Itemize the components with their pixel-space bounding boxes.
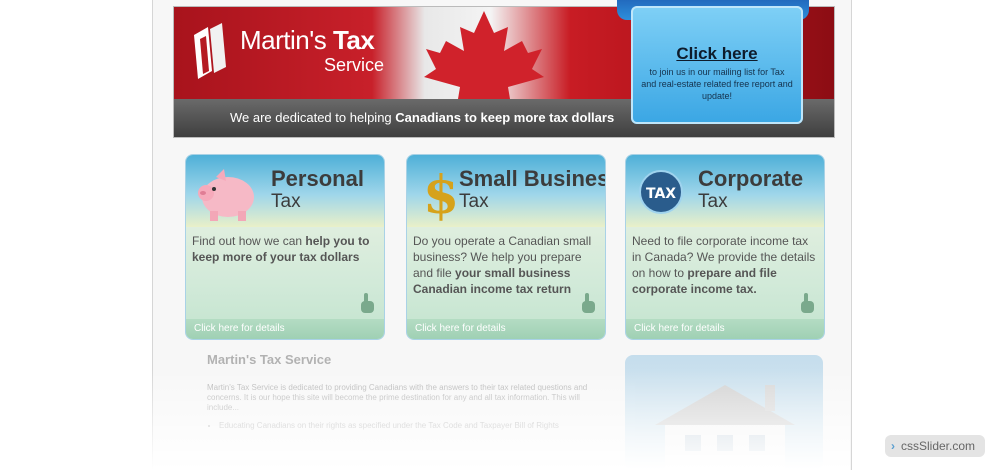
- house-image: [625, 355, 823, 470]
- card-title: Corporate: [698, 166, 804, 191]
- service-list-item: Educating Canadians on their rights as s…: [219, 421, 607, 431]
- dollar-sign-icon: $: [423, 165, 459, 223]
- cssslider-watermark-badge[interactable]: › cssSlider.com: [885, 435, 985, 457]
- card-subtitle: Tax: [698, 191, 728, 212]
- card-header: Personal Tax: [186, 155, 384, 227]
- service-heading: Martin's Tax Service: [207, 352, 332, 367]
- mailing-click-here-link[interactable]: Click here: [631, 44, 803, 64]
- card-details-link[interactable]: Click here for details: [407, 319, 605, 339]
- piggy-bank-icon: [198, 169, 254, 221]
- card-small-business-tax[interactable]: $ Small Business Tax Do you operate a Ca…: [406, 154, 606, 340]
- card-body: Need to file corporate income tax in Can…: [626, 227, 824, 319]
- pointing-hand-icon: [582, 293, 595, 313]
- svg-text:$: $: [423, 165, 459, 223]
- card-title: Personal: [271, 166, 364, 191]
- service-paragraph: Martin's Tax Service is dedicated to pro…: [207, 383, 588, 412]
- pointing-hand-icon: [361, 293, 374, 313]
- tagline-bold: Canadians to keep more tax dollars: [395, 110, 615, 125]
- page-container: Martin's Tax Service We are dedicated to…: [152, 0, 852, 470]
- chevron-right-icon: ›: [891, 439, 895, 453]
- card-subtitle: Tax: [271, 191, 301, 212]
- card-corporate-tax[interactable]: TAX Corporate Tax Need to file corporate…: [625, 154, 825, 340]
- card-header: TAX Corporate Tax: [626, 155, 824, 227]
- card-body: Find out how we can help you to keep mor…: [186, 227, 384, 319]
- mailing-list-box[interactable]: Click here to join us in our mailing lis…: [631, 6, 803, 124]
- card-title: Small Business: [459, 166, 606, 191]
- mailing-description: to join us in our mailing list for Tax a…: [641, 67, 793, 101]
- card-details-link[interactable]: Click here for details: [626, 319, 824, 339]
- card-header: $ Small Business Tax: [407, 155, 605, 227]
- tagline-pre: We are dedicated to helping: [230, 110, 392, 125]
- card-details-link[interactable]: Click here for details: [186, 319, 384, 339]
- tagline-text: We are dedicated to helping Canadians to…: [230, 99, 614, 137]
- logo-name-text: Martin's: [240, 25, 327, 55]
- pointing-hand-icon: [801, 293, 814, 313]
- tax-globe-icon: TAX: [639, 170, 683, 214]
- house-icon: [655, 385, 795, 470]
- service-list: Educating Canadians on their rights as s…: [207, 421, 607, 431]
- card-personal-tax[interactable]: Personal Tax Find out how we can help yo…: [185, 154, 385, 340]
- books-logo-icon: [194, 23, 226, 79]
- service-section: Martin's Tax Service Martin's Tax Servic…: [207, 352, 607, 431]
- card-body: Do you operate a Canadian small business…: [407, 227, 605, 319]
- watermark-label: cssSlider.com: [901, 439, 976, 453]
- logo-subtitle: Service: [324, 55, 385, 75]
- logo-name-bold: Tax: [332, 25, 375, 55]
- logo-title: Martin's Tax: [240, 25, 375, 56]
- card-body-text: Find out how we can: [192, 234, 303, 248]
- svg-text:TAX: TAX: [646, 186, 676, 202]
- maple-leaf-icon: [424, 11, 544, 99]
- card-subtitle: Tax: [459, 191, 489, 212]
